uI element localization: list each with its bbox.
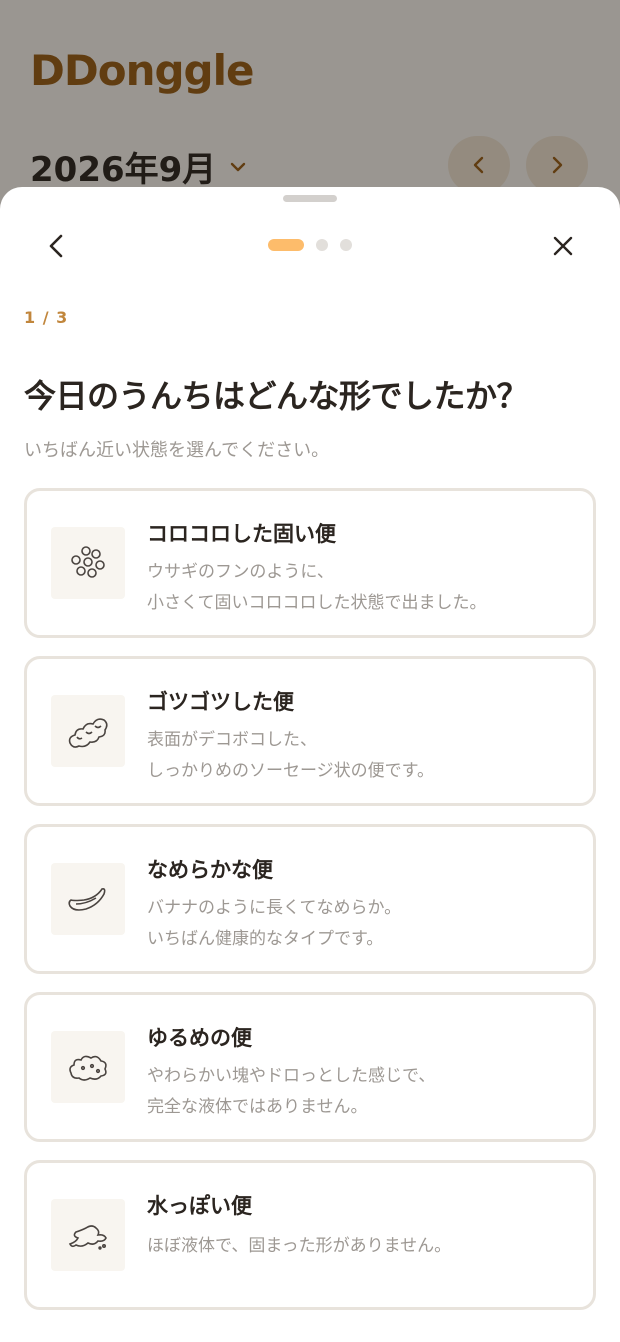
- option-description: やわらかい塊やドロっとした感じで、 完全な液体ではありません。: [147, 1061, 435, 1123]
- option-description-line: 表面がデコボコした、: [147, 730, 317, 750]
- option-description-line: 小さくて固いコロコロした状態で出ました。: [147, 593, 487, 613]
- option-description-line: バナナのように長くてなめらか。: [147, 898, 402, 918]
- option-card-soft[interactable]: ゆるめの便 やわらかい塊やドロっとした感じで、 完全な液体ではありません。: [24, 992, 596, 1142]
- sheet-drag-handle[interactable]: [283, 195, 337, 202]
- lumpy-sausage-icon: [51, 695, 125, 767]
- option-card-smooth[interactable]: なめらかな便 バナナのように長くてなめらか。 いちばん健康的なタイプです。: [24, 824, 596, 974]
- progress-dots: [268, 239, 364, 251]
- option-list: コロコロした固い便 ウサギのフンのように、 小さくて固いコロコロした状態で出まし…: [24, 488, 596, 1328]
- smooth-banana-icon: [51, 863, 125, 935]
- option-description-line: しっかりめのソーセージ状の便です。: [147, 761, 434, 781]
- progress-dot: [340, 239, 352, 251]
- option-description-line: 完全な液体ではありません。: [147, 1097, 368, 1117]
- option-description-line: ほぼ液体で、固まった形がありません。: [147, 1236, 452, 1256]
- progress-dot-active: [268, 239, 304, 251]
- option-title: ゴツゴツした便: [147, 690, 294, 714]
- option-description: 表面がデコボコした、 しっかりめのソーセージ状の便です。: [147, 725, 434, 787]
- pellets-icon: [51, 527, 125, 599]
- bottom-sheet: 1 / 3 今日のうんちはどんな形でしたか？ いちばん近い状態を選んでください。…: [0, 187, 620, 1342]
- step-counter: 1 / 3: [24, 308, 69, 327]
- soft-blob-icon: [51, 1031, 125, 1103]
- watery-splash-icon: [51, 1199, 125, 1271]
- option-description-line: ウサギのフンのように、: [147, 562, 334, 582]
- back-button[interactable]: [40, 229, 74, 263]
- option-card-hard-pellets[interactable]: コロコロした固い便 ウサギのフンのように、 小さくて固いコロコロした状態で出まし…: [24, 488, 596, 638]
- option-description-line: いちばん健康的なタイプです。: [147, 929, 384, 949]
- option-title: なめらかな便: [147, 858, 273, 882]
- option-card-watery[interactable]: 水っぽい便 ほぼ液体で、固まった形がありません。: [24, 1160, 596, 1310]
- option-description-line: やわらかい塊やドロっとした感じで、: [147, 1066, 436, 1086]
- option-title: コロコロした固い便: [147, 522, 336, 546]
- close-button[interactable]: [546, 229, 580, 263]
- progress-dot: [316, 239, 328, 251]
- option-title: ゆるめの便: [147, 1026, 252, 1050]
- question-title: 今日のうんちはどんな形でしたか？: [24, 377, 529, 415]
- option-description: ほぼ液体で、固まった形がありません。: [147, 1231, 451, 1262]
- option-card-lumpy[interactable]: ゴツゴツした便 表面がデコボコした、 しっかりめのソーセージ状の便です。: [24, 656, 596, 806]
- option-description: ウサギのフンのように、 小さくて固いコロコロした状態で出ました。: [147, 557, 487, 619]
- close-icon: [553, 236, 573, 256]
- chevron-left-icon: [49, 234, 63, 258]
- question-subtext: いちばん近い状態を選んでください。: [24, 440, 330, 461]
- option-description: バナナのように長くてなめらか。 いちばん健康的なタイプです。: [147, 893, 401, 955]
- option-title: 水っぽい便: [147, 1194, 252, 1218]
